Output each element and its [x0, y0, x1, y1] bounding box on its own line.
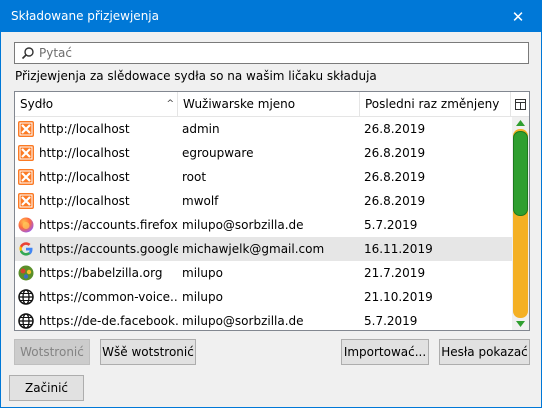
- column-header-username-label: Wužiwarske mjeno: [183, 97, 296, 111]
- xampp-icon: [18, 145, 34, 161]
- site-cell: http://localhost: [39, 170, 130, 184]
- globe-icon: [18, 313, 34, 329]
- scroll-thumb[interactable]: [513, 131, 528, 216]
- column-header-changed-label: Posledni raz změnjeny: [365, 97, 500, 111]
- search-icon: [21, 47, 34, 60]
- site-cell: https://de-de.facebook....: [39, 314, 178, 328]
- table-row[interactable]: http://localhost mwolf 26.8.2019: [15, 189, 512, 213]
- table-row[interactable]: http://localhost egroupware 26.8.2019: [15, 141, 512, 165]
- remove-button-label: Wotstronić: [20, 345, 84, 359]
- title-bar: Składowane přizjewjenja ✕: [1, 1, 541, 32]
- table-row[interactable]: https://common-voice.... milupo 21.10.2019: [15, 285, 512, 309]
- import-button[interactable]: Importować...: [341, 339, 429, 365]
- table-row[interactable]: http://localhost root 26.8.2019: [15, 165, 512, 189]
- username-cell: egroupware: [182, 146, 254, 160]
- username-cell: root: [182, 170, 207, 184]
- scroll-up-arrow-icon[interactable]: [512, 117, 529, 129]
- changed-date-cell: 16.11.2019: [364, 242, 433, 256]
- changed-date-cell: 5.7.2019: [364, 314, 418, 328]
- username-cell: milupo: [182, 266, 223, 280]
- site-cell: http://localhost: [39, 194, 130, 208]
- site-cell: http://localhost: [39, 146, 130, 160]
- description-label: Přizjewjenja za slědowace sydła so na wa…: [15, 69, 377, 83]
- site-cell: https://accounts.google....: [39, 242, 178, 256]
- show-passwords-button[interactable]: Hesła pokazać: [439, 339, 530, 365]
- search-input[interactable]: [39, 45, 519, 61]
- site-cell: https://babelzilla.org: [39, 266, 163, 280]
- column-picker-button[interactable]: [511, 92, 529, 117]
- remove-button[interactable]: Wotstronić: [14, 339, 90, 365]
- table-row[interactable]: https://babelzilla.org milupo 21.7.2019: [15, 261, 512, 285]
- xampp-icon: [18, 193, 34, 209]
- column-header-changed[interactable]: Posledni raz změnjeny: [360, 92, 511, 117]
- table-row[interactable]: https://accounts.firefox.... milupo@sorbz…: [15, 213, 512, 237]
- babelzilla-icon: [18, 265, 34, 281]
- close-icon: ✕: [511, 7, 525, 26]
- remove-all-button-label: Wšě wotstronić: [102, 345, 194, 359]
- vertical-scrollbar[interactable]: [512, 117, 529, 330]
- xampp-icon: [18, 121, 34, 137]
- table-row[interactable]: https://de-de.facebook.... milupo@sorbzil…: [15, 309, 512, 330]
- list-rows: http://localhost admin 26.8.2019 http://loc…: [15, 117, 512, 330]
- changed-date-cell: 26.8.2019: [364, 146, 426, 160]
- column-header-site-label: Sydło: [20, 97, 54, 111]
- xampp-icon: [18, 169, 34, 185]
- site-cell: http://localhost: [39, 122, 130, 136]
- site-cell: https://common-voice....: [39, 290, 178, 304]
- saved-logins-dialog: Składowane přizjewjenja ✕ Přizjewjenja z…: [0, 0, 542, 408]
- column-header-username[interactable]: Wužiwarske mjeno: [178, 92, 360, 117]
- changed-date-cell: 5.7.2019: [364, 218, 418, 232]
- close-window-button[interactable]: ✕: [495, 1, 541, 32]
- remove-all-button[interactable]: Wšě wotstronić: [100, 339, 196, 365]
- import-button-label: Importować...: [343, 345, 427, 359]
- globe-icon: [18, 289, 34, 305]
- changed-date-cell: 26.8.2019: [364, 170, 426, 184]
- changed-date-cell: 26.8.2019: [364, 194, 426, 208]
- changed-date-cell: 21.10.2019: [364, 290, 433, 304]
- username-cell: milupo@sorbzilla.de: [182, 218, 304, 232]
- site-cell: https://accounts.firefox....: [39, 218, 178, 232]
- close-button-label: Začinić: [24, 381, 69, 395]
- username-cell: milupo: [182, 290, 223, 304]
- close-button[interactable]: Začinić: [9, 375, 84, 401]
- list-header: Sydło ^ Wužiwarske mjeno Posledni raz zm…: [15, 92, 529, 117]
- scroll-down-arrow-icon[interactable]: [512, 318, 529, 330]
- changed-date-cell: 26.8.2019: [364, 122, 426, 136]
- column-picker-icon: [514, 99, 526, 110]
- username-cell: milupo@sorbzilla.de: [182, 314, 304, 328]
- firefox-icon: [18, 217, 34, 233]
- table-row[interactable]: http://localhost admin 26.8.2019: [15, 117, 512, 141]
- changed-date-cell: 21.7.2019: [364, 266, 426, 280]
- show-passwords-button-label: Hesła pokazać: [441, 345, 528, 359]
- sort-ascending-icon: ^: [166, 99, 174, 109]
- username-cell: mwolf: [182, 194, 219, 208]
- username-cell: admin: [182, 122, 220, 136]
- username-cell: michawjelk@gmail.com: [182, 242, 325, 256]
- window-title: Składowane přizjewjenja: [11, 9, 159, 23]
- table-row[interactable]: https://accounts.google.... michawjelk@gm…: [15, 237, 512, 261]
- search-box[interactable]: [14, 42, 529, 64]
- google-icon: [18, 241, 34, 257]
- logins-list[interactable]: Sydło ^ Wužiwarske mjeno Posledni raz zm…: [14, 91, 530, 331]
- column-header-site[interactable]: Sydło ^: [15, 92, 178, 117]
